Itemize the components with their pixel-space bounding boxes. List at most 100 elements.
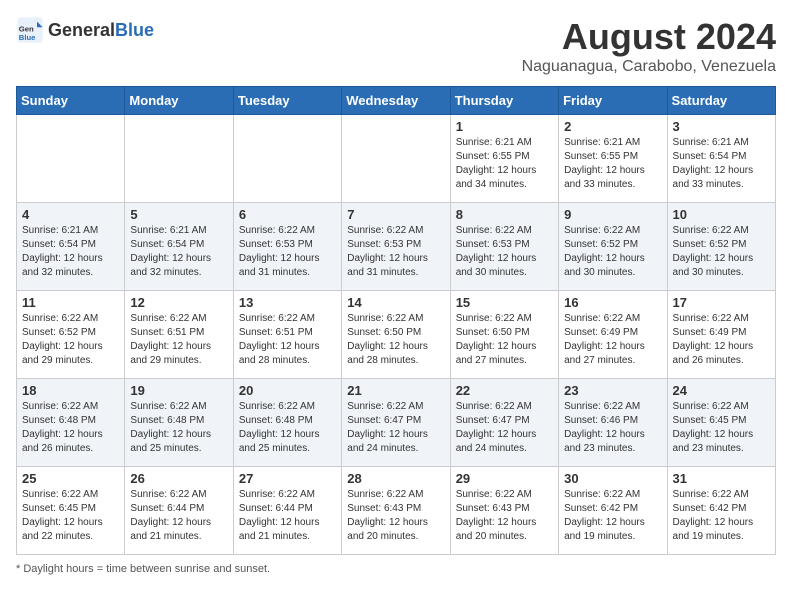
- week-row-4: 18Sunrise: 6:22 AM Sunset: 6:48 PM Dayli…: [17, 379, 776, 467]
- day-number: 15: [456, 295, 553, 310]
- weekday-header-friday: Friday: [559, 87, 667, 115]
- logo-blue: Blue: [115, 20, 154, 40]
- day-info: Sunrise: 6:22 AM Sunset: 6:42 PM Dayligh…: [673, 488, 770, 544]
- day-number: 8: [456, 207, 553, 222]
- month-year: August 2024: [522, 16, 776, 58]
- day-cell: 3Sunrise: 6:21 AM Sunset: 6:54 PM Daylig…: [667, 115, 775, 203]
- day-info: Sunrise: 6:21 AM Sunset: 6:55 PM Dayligh…: [564, 136, 661, 192]
- day-number: 21: [347, 383, 444, 398]
- weekday-header-sunday: Sunday: [17, 87, 125, 115]
- day-number: 22: [456, 383, 553, 398]
- day-number: 9: [564, 207, 661, 222]
- day-number: 1: [456, 119, 553, 134]
- day-cell: 2 Sunrise: 6:21 AM Sunset: 6:55 PM Daylig…: [559, 115, 667, 203]
- weekday-header-tuesday: Tuesday: [233, 87, 341, 115]
- day-number: 14: [347, 295, 444, 310]
- day-info: Sunrise: 6:22 AM Sunset: 6:46 PM Dayligh…: [564, 400, 661, 456]
- day-info: Sunrise: 6:22 AM Sunset: 6:52 PM Dayligh…: [22, 312, 119, 368]
- day-cell: 21 Sunrise: 6:22 AM Sunset: 6:47 PM Dayli…: [342, 379, 450, 467]
- day-number: 24: [673, 383, 770, 398]
- day-number: 23: [564, 383, 661, 398]
- day-cell: 17Sunrise: 6:22 AM Sunset: 6:49 PM Dayli…: [667, 291, 775, 379]
- day-cell: 24 Sunrise: 6:22 AM Sunset: 6:45 PM Dayli…: [667, 379, 775, 467]
- day-number: 27: [239, 471, 336, 486]
- week-row-2: 4 Sunrise: 6:21 AM Sunset: 6:54 PM Daylig…: [17, 203, 776, 291]
- day-info: Sunrise: 6:22 AM Sunset: 6:50 PM Dayligh…: [456, 312, 553, 368]
- day-info: Sunrise: 6:22 AM Sunset: 6:44 PM Dayligh…: [239, 488, 336, 544]
- day-number: 17: [673, 295, 770, 310]
- day-number: 10: [673, 207, 770, 222]
- logo-text: GeneralBlue: [48, 20, 154, 41]
- weekday-header-monday: Monday: [125, 87, 233, 115]
- day-info: Sunrise: 6:22 AM Sunset: 6:51 PM Dayligh…: [239, 312, 336, 368]
- week-row-3: 11 Sunrise: 6:22 AM Sunset: 6:52 PM Dayli…: [17, 291, 776, 379]
- day-number: 19: [130, 383, 227, 398]
- day-cell: 28 Sunrise: 6:22 AM Sunset: 6:43 PM Dayli…: [342, 467, 450, 555]
- day-info: Sunrise: 6:22 AM Sunset: 6:52 PM Dayligh…: [564, 224, 661, 280]
- day-number: 4: [22, 207, 119, 222]
- day-number: 25: [22, 471, 119, 486]
- day-info: Sunrise: 6:22 AM Sunset: 6:47 PM Dayligh…: [456, 400, 553, 456]
- day-cell: 23 Sunrise: 6:22 AM Sunset: 6:46 PM Dayli…: [559, 379, 667, 467]
- weekday-header-wednesday: Wednesday: [342, 87, 450, 115]
- day-number: 31: [673, 471, 770, 486]
- day-number: 16: [564, 295, 661, 310]
- day-cell: 14 Sunrise: 6:22 AM Sunset: 6:50 PM Dayli…: [342, 291, 450, 379]
- day-cell: 27 Sunrise: 6:22 AM Sunset: 6:44 PM Dayli…: [233, 467, 341, 555]
- day-info: Sunrise: 6:22 AM Sunset: 6:44 PM Dayligh…: [130, 488, 227, 544]
- day-info: Sunrise: 6:22 AM Sunset: 6:49 PM Dayligh…: [564, 312, 661, 368]
- day-info: Sunrise: 6:22 AM Sunset: 6:48 PM Dayligh…: [239, 400, 336, 456]
- weekday-header-saturday: Saturday: [667, 87, 775, 115]
- day-cell: 4 Sunrise: 6:21 AM Sunset: 6:54 PM Daylig…: [17, 203, 125, 291]
- day-cell: 25 Sunrise: 6:22 AM Sunset: 6:45 PM Dayli…: [17, 467, 125, 555]
- svg-text:Blue: Blue: [19, 33, 36, 42]
- week-row-1: 1 Sunrise: 6:21 AM Sunset: 6:55 PM Daylig…: [17, 115, 776, 203]
- day-cell: 18Sunrise: 6:22 AM Sunset: 6:48 PM Dayli…: [17, 379, 125, 467]
- day-number: 5: [130, 207, 227, 222]
- day-number: 13: [239, 295, 336, 310]
- week-row-5: 25 Sunrise: 6:22 AM Sunset: 6:45 PM Dayli…: [17, 467, 776, 555]
- day-cell: 20Sunrise: 6:22 AM Sunset: 6:48 PM Dayli…: [233, 379, 341, 467]
- day-number: 11: [22, 295, 119, 310]
- location: Naguanagua, Carabobo, Venezuela: [522, 58, 776, 76]
- weekday-header-row: SundayMondayTuesdayWednesdayThursdayFrid…: [17, 87, 776, 115]
- logo-icon: Gen Blue: [16, 16, 44, 44]
- day-info: Sunrise: 6:22 AM Sunset: 6:42 PM Dayligh…: [564, 488, 661, 544]
- day-cell: 12 Sunrise: 6:22 AM Sunset: 6:51 PM Dayli…: [125, 291, 233, 379]
- day-info: Sunrise: 6:22 AM Sunset: 6:43 PM Dayligh…: [347, 488, 444, 544]
- day-info: Sunrise: 6:22 AM Sunset: 6:53 PM Dayligh…: [347, 224, 444, 280]
- title-section: August 2024 Naguanagua, Carabobo, Venezu…: [522, 16, 776, 76]
- day-cell: [17, 115, 125, 203]
- day-cell: 29 Sunrise: 6:22 AM Sunset: 6:43 PM Dayli…: [450, 467, 558, 555]
- day-info: Sunrise: 6:22 AM Sunset: 6:53 PM Dayligh…: [239, 224, 336, 280]
- day-number: 28: [347, 471, 444, 486]
- day-cell: 10Sunrise: 6:22 AM Sunset: 6:52 PM Dayli…: [667, 203, 775, 291]
- day-info: Sunrise: 6:22 AM Sunset: 6:47 PM Dayligh…: [347, 400, 444, 456]
- day-info: Sunrise: 6:22 AM Sunset: 6:51 PM Dayligh…: [130, 312, 227, 368]
- day-number: 12: [130, 295, 227, 310]
- day-cell: 15 Sunrise: 6:22 AM Sunset: 6:50 PM Dayli…: [450, 291, 558, 379]
- day-info: Sunrise: 6:22 AM Sunset: 6:45 PM Dayligh…: [673, 400, 770, 456]
- day-cell: 13 Sunrise: 6:22 AM Sunset: 6:51 PM Dayli…: [233, 291, 341, 379]
- day-number: 30: [564, 471, 661, 486]
- weekday-header-thursday: Thursday: [450, 87, 558, 115]
- day-cell: 22 Sunrise: 6:22 AM Sunset: 6:47 PM Dayli…: [450, 379, 558, 467]
- day-number: 29: [456, 471, 553, 486]
- svg-text:Gen: Gen: [19, 24, 34, 33]
- day-info: Sunrise: 6:22 AM Sunset: 6:45 PM Dayligh…: [22, 488, 119, 544]
- day-info: Sunrise: 6:22 AM Sunset: 6:43 PM Dayligh…: [456, 488, 553, 544]
- day-info: Sunrise: 6:22 AM Sunset: 6:48 PM Dayligh…: [130, 400, 227, 456]
- logo: Gen Blue GeneralBlue: [16, 16, 154, 44]
- day-cell: 11 Sunrise: 6:22 AM Sunset: 6:52 PM Dayli…: [17, 291, 125, 379]
- day-info: Sunrise: 6:21 AM Sunset: 6:54 PM Dayligh…: [22, 224, 119, 280]
- day-number: 2: [564, 119, 661, 134]
- day-cell: 16 Sunrise: 6:22 AM Sunset: 6:49 PM Dayli…: [559, 291, 667, 379]
- footer-note: * Daylight hours = time between sunrise …: [16, 563, 776, 575]
- day-info: Sunrise: 6:22 AM Sunset: 6:50 PM Dayligh…: [347, 312, 444, 368]
- day-cell: 1Sunrise: 6:21 AM Sunset: 6:55 PM Daylig…: [450, 115, 558, 203]
- day-info: Sunrise: 6:21 AM Sunset: 6:54 PM Dayligh…: [673, 136, 770, 192]
- day-cell: 19 Sunrise: 6:22 AM Sunset: 6:48 PM Dayli…: [125, 379, 233, 467]
- day-cell: 6Sunrise: 6:22 AM Sunset: 6:53 PM Daylig…: [233, 203, 341, 291]
- day-info: Sunrise: 6:22 AM Sunset: 6:53 PM Dayligh…: [456, 224, 553, 280]
- day-cell: 7Sunrise: 6:22 AM Sunset: 6:53 PM Daylig…: [342, 203, 450, 291]
